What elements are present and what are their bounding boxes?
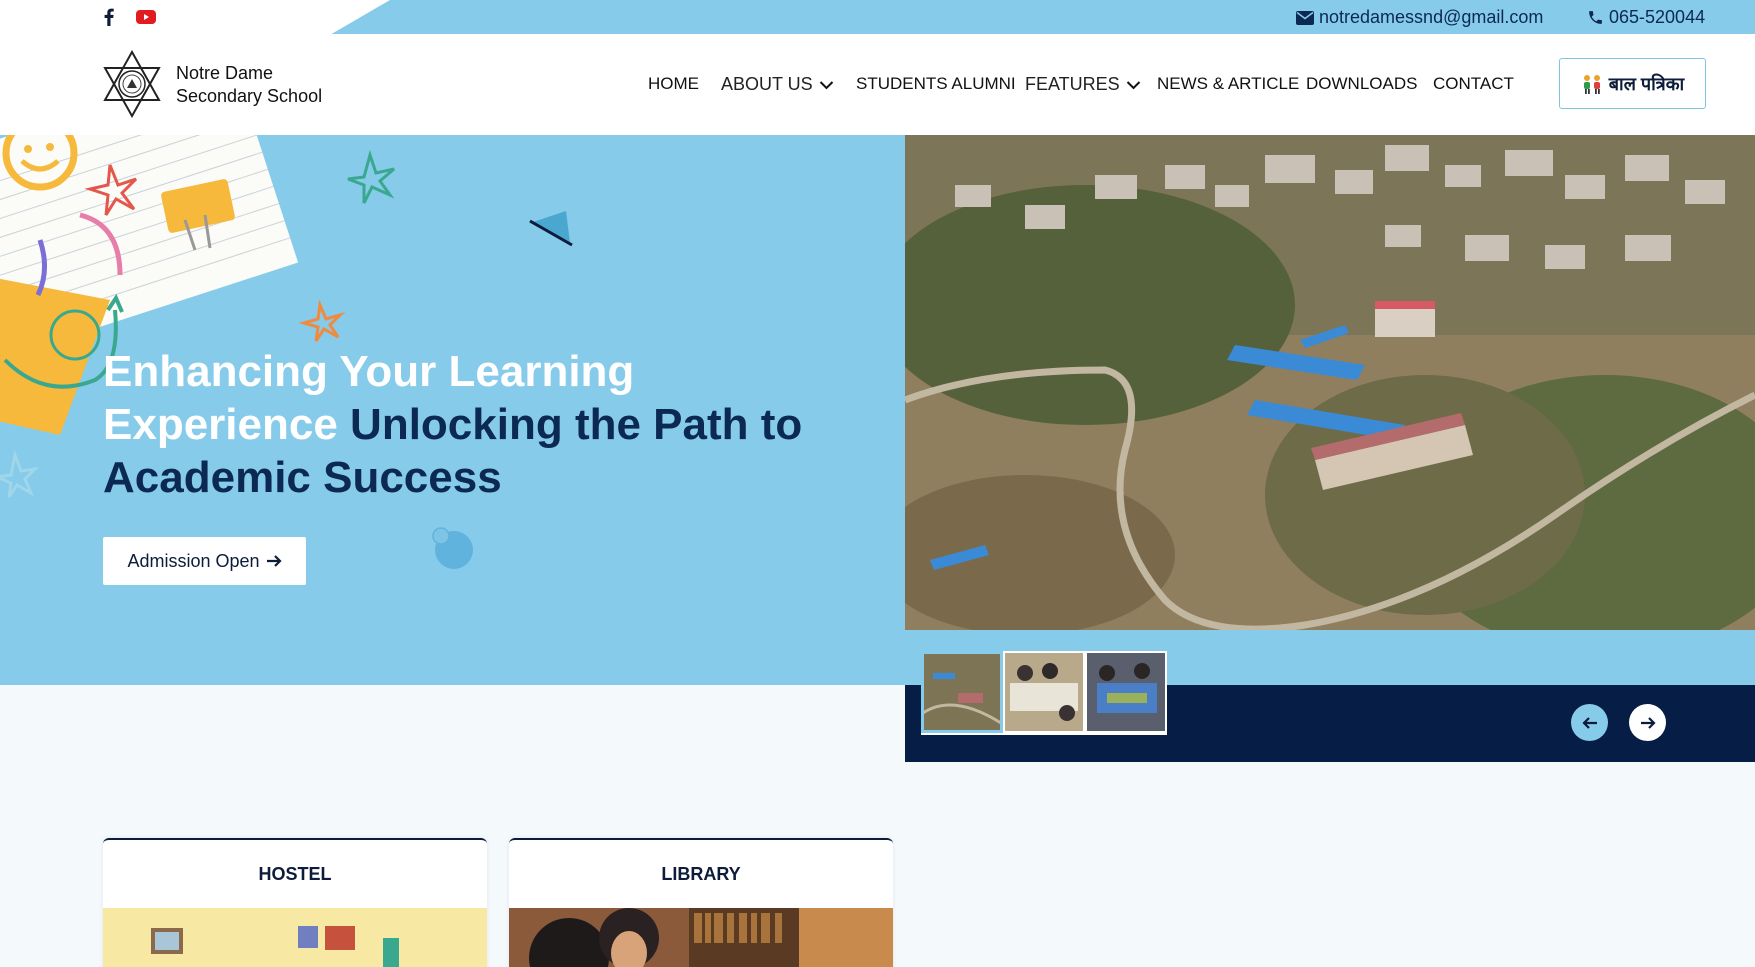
email-text: notredamessnd@gmail.com [1319, 7, 1544, 27]
hostel-image [103, 908, 487, 967]
admission-label: Admission Open [127, 550, 260, 571]
slider-thumbnail-3[interactable] [1087, 653, 1165, 731]
nav-home-label: HOME [648, 74, 699, 93]
arrow-right-icon [266, 555, 282, 567]
nav-about-label: ABOUT US [721, 74, 813, 94]
nav-alumni-label: STUDENTS ALUMNI [856, 74, 1016, 93]
children-icon [1583, 74, 1600, 94]
email-link[interactable]: notredamessnd@gmail.com [1296, 7, 1543, 28]
chevron-down-icon [1126, 80, 1140, 89]
youtube-icon[interactable] [136, 8, 156, 26]
nav-students-alumni[interactable]: STUDENTS ALUMNI [856, 74, 1016, 94]
chevron-down-icon [819, 80, 833, 89]
arrow-left-icon [1581, 716, 1597, 729]
slider-thumbnail-1[interactable] [921, 651, 1003, 733]
top-bar-social-area [0, 0, 390, 34]
admission-open-button[interactable]: Admission Open [103, 537, 306, 585]
feature-card-hostel[interactable]: HOSTEL [103, 838, 487, 967]
nav-home[interactable]: HOME [648, 74, 699, 94]
nav-downloads-label: DOWNLOADS [1306, 74, 1418, 93]
nav-news-label: NEWS & ARTICLE [1157, 74, 1300, 93]
nav-about-us[interactable]: ABOUT US [721, 74, 834, 95]
hero-title: Enhancing Your Learning Experience Unloc… [103, 345, 843, 504]
school-logo[interactable] [102, 49, 162, 119]
school-name-line1: Notre Dame [176, 63, 274, 83]
nav-news-article[interactable]: NEWS & ARTICLE [1157, 74, 1299, 94]
nav-contact[interactable]: CONTACT [1433, 74, 1514, 94]
feature-card-library[interactable]: LIBRARY [509, 838, 893, 967]
nav-contact-label: CONTACT [1433, 74, 1514, 93]
slider-thumbnail-2[interactable] [1005, 653, 1083, 731]
facebook-icon[interactable] [99, 8, 119, 26]
card-title: LIBRARY [661, 863, 741, 884]
arrow-right-icon [1640, 716, 1656, 729]
slider-prev-button[interactable] [1571, 704, 1608, 741]
balpatrika-button[interactable]: बाल पत्रिका [1559, 58, 1706, 109]
school-name[interactable]: Notre Dame Secondary School [176, 62, 322, 108]
slider-next-button[interactable] [1629, 704, 1666, 741]
page: notredamessnd@gmail.com 065-520044 Notre… [0, 0, 1755, 967]
header: Notre Dame Secondary School HOME ABOUT U… [0, 34, 1755, 135]
hero-section: Enhancing Your Learning Experience Unloc… [0, 135, 905, 685]
phone-icon [1589, 11, 1602, 24]
phone-link[interactable]: 065-520044 [1587, 7, 1705, 28]
nav-features-label: FEATURES [1025, 74, 1120, 94]
envelope-icon [1296, 10, 1314, 25]
card-title: HOSTEL [258, 863, 332, 884]
hero-slide-image [905, 135, 1755, 630]
nav-features[interactable]: FEATURES [1025, 74, 1141, 95]
school-name-line2: Secondary School [176, 86, 323, 106]
library-image [509, 908, 893, 967]
slider-thumbnails [921, 651, 1167, 735]
nav-downloads[interactable]: DOWNLOADS [1306, 74, 1417, 94]
phone-text: 065-520044 [1609, 7, 1706, 27]
balpatrika-label: बाल पत्रिका [1608, 73, 1685, 94]
